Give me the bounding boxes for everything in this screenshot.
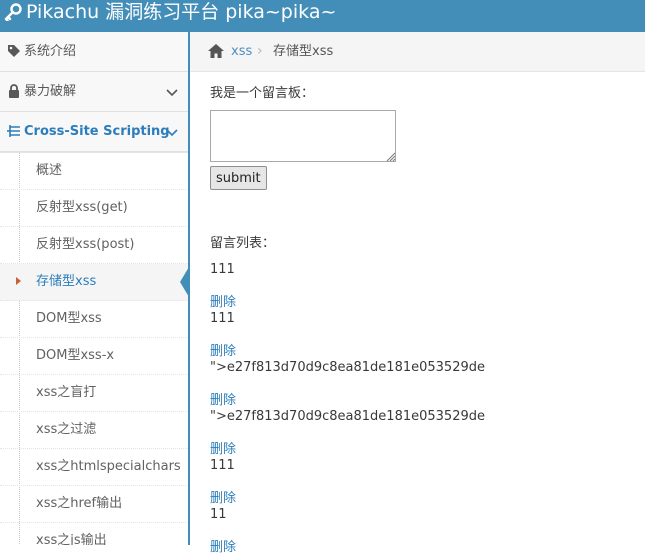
sidebar-subitem-label: 反射型xss(get) [36, 200, 128, 215]
home-icon[interactable] [207, 43, 225, 59]
chevron-down-icon [166, 129, 178, 137]
delete-link[interactable]: 删除 [210, 536, 236, 555]
sidebar-subitem-label: xss之js输出 [36, 533, 107, 545]
sidebar-item-label: 暴力破解 [24, 84, 77, 99]
message-board-label: 我是一个留言板： [210, 86, 315, 101]
submit-button[interactable]: submit [210, 166, 267, 190]
sidebar: 系统介绍 暴力破解 Cross-Site Scripting 概述 反射型xss… [0, 32, 190, 545]
sidebar-item-label: Cross-Site Scripting [24, 124, 170, 139]
sidebar-subitem-js[interactable]: xss之js输出 [0, 523, 188, 545]
sidebar-subitem-blind[interactable]: xss之盲打 [0, 375, 188, 412]
breadcrumb-link-xss[interactable]: xss [231, 32, 252, 71]
sidebar-subitem-dom-x[interactable]: DOM型xss-x [0, 338, 188, 375]
sidebar-subitem-htmlspecialchars[interactable]: xss之htmlspecialchars [0, 449, 188, 486]
sidebar-item-intro[interactable]: 系统介绍 [0, 32, 188, 72]
sidebar-item-bruteforce[interactable]: 暴力破解 [0, 72, 188, 112]
sidebar-item-xss[interactable]: Cross-Site Scripting [0, 112, 188, 152]
caret-right-icon [16, 277, 21, 285]
delete-link[interactable]: 删除 [210, 389, 236, 408]
breadcrumb-current: 存储型xss [273, 44, 334, 59]
sidebar-subitem-href[interactable]: xss之href输出 [0, 486, 188, 523]
sidebar-subitem-label: 存储型xss [36, 274, 97, 289]
sidebar-subitem-label: 概述 [36, 163, 63, 178]
sidebar-subitem-stored[interactable]: 存储型xss [0, 264, 188, 301]
sidebar-subitem-reflected-post[interactable]: 反射型xss(post) [0, 227, 188, 264]
delete-link[interactable]: 删除 [210, 291, 236, 310]
lock-icon [9, 84, 19, 98]
sidebar-subitem-reflected-get[interactable]: 反射型xss(get) [0, 190, 188, 227]
brand-title: Pikachu 漏洞练习平台 pika~pika~ [26, 1, 337, 23]
message-input[interactable] [210, 110, 396, 162]
sidebar-subitem-label: 反射型xss(post) [36, 237, 135, 252]
delete-link[interactable]: 删除 [210, 487, 236, 506]
tag-icon [8, 45, 20, 57]
breadcrumb: xss › 存储型xss [190, 32, 645, 72]
chevron-down-icon [166, 89, 178, 97]
brand[interactable]: Pikachu 漏洞练习平台 pika~pika~ [4, 0, 337, 24]
sidebar-subitem-label: DOM型xss-x [36, 348, 115, 363]
message-text: 111 [210, 311, 235, 326]
sidebar-item-label: 系统介绍 [24, 44, 77, 59]
sidebar-subitem-overview[interactable]: 概述 [0, 153, 188, 190]
message-text: 11 [210, 507, 227, 522]
list-icon [7, 125, 20, 137]
sidebar-subitem-label: xss之htmlspecialchars [36, 459, 181, 474]
sidebar-submenu: 概述 反射型xss(get) 反射型xss(post) 存储型xss DOM型x… [0, 152, 188, 545]
resize-grip-icon[interactable] [382, 148, 396, 162]
sidebar-subitem-label: xss之href输出 [36, 496, 123, 511]
message-list-label: 留言列表： [210, 236, 276, 251]
breadcrumb-separator-icon: › [257, 43, 263, 59]
top-navbar: Pikachu 漏洞练习平台 pika~pika~ [0, 0, 645, 32]
key-icon [4, 3, 22, 21]
sidebar-subitem-filter[interactable]: xss之过滤 [0, 412, 188, 449]
message-text: 111 [210, 262, 235, 277]
message-text: 111 [210, 458, 235, 473]
sidebar-subitem-label: xss之过滤 [36, 422, 97, 437]
message-text: ">e27f813d70d9c8ea81de181e053529de [210, 360, 485, 375]
delete-link[interactable]: 删除 [210, 438, 236, 457]
delete-link[interactable]: 删除 [210, 340, 236, 359]
sidebar-subitem-label: xss之盲打 [36, 385, 97, 400]
sidebar-subitem-label: DOM型xss [36, 311, 102, 326]
sidebar-subitem-dom[interactable]: DOM型xss [0, 301, 188, 338]
active-pointer-icon [180, 267, 188, 297]
message-text: ">e27f813d70d9c8ea81de181e053529de [210, 409, 485, 424]
